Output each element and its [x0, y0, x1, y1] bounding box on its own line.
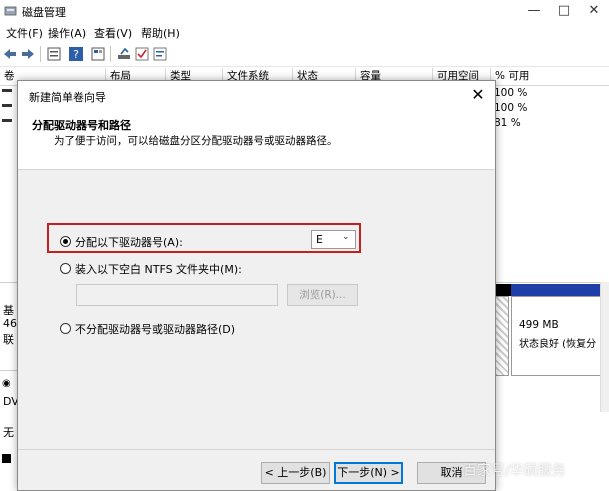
disk-management-icon: [4, 6, 17, 16]
chevron-down-icon: ⌄: [342, 232, 350, 242]
check-icon[interactable]: [134, 46, 150, 62]
column-percent-free[interactable]: % 可用: [491, 68, 609, 85]
menu-help[interactable]: 帮助(H): [141, 25, 180, 41]
new-simple-volume-wizard: 新建简单卷向导 ✕ 分配驱动器号和路径 为了便于访问，可以给磁盘分区分配驱动器号…: [17, 80, 496, 491]
percent-free-cell: 81 %: [494, 117, 521, 129]
maximize-button[interactable]: □: [550, 1, 578, 21]
partition-status: 状态良好 (恢复分: [519, 339, 597, 350]
dialog-header: 分配驱动器号和路径 为了便于访问，可以给磁盘分区分配驱动器号或驱动器路径。: [18, 109, 495, 170]
window-title: 磁盘管理: [22, 6, 66, 19]
svg-text:?: ?: [73, 48, 79, 61]
disk-size-label: 46: [3, 317, 17, 330]
menu-view[interactable]: 查看(V): [94, 25, 132, 41]
percent-free-cell: 100 %: [494, 87, 528, 99]
no-media-label: 无: [3, 426, 14, 439]
menu-file[interactable]: 文件(F): [6, 25, 43, 41]
page-subheading: 为了便于访问，可以给磁盘分区分配驱动器号或驱动器路径。: [54, 135, 338, 147]
watermark: 百家号/华硕服务: [463, 463, 566, 479]
menu-action[interactable]: 操作(A): [48, 25, 86, 41]
connect-icon[interactable]: [116, 46, 132, 62]
volume-icon: [2, 104, 12, 107]
dialog-titlebar: 新建简单卷向导 ✕: [18, 81, 495, 109]
partition-bar-unallocated: [494, 284, 511, 296]
footer-divider: [18, 449, 495, 450]
dvd-icon: ◉: [2, 378, 11, 389]
toolbar-separator: [40, 46, 41, 62]
toolbar-separator: [110, 46, 111, 62]
option-assign-label[interactable]: 分配以下驱动器号(A):: [75, 234, 183, 250]
back-arrow-icon[interactable]: [2, 46, 18, 62]
percent-free-cell: 100 %: [494, 102, 528, 114]
settings-list-icon[interactable]: [152, 46, 168, 62]
next-button[interactable]: 下一步(N) >: [334, 462, 403, 484]
volume-icon: [2, 89, 12, 92]
dialog-title: 新建简单卷向导: [29, 91, 106, 104]
disk-status-label: 联: [3, 333, 14, 346]
disk-label: 基: [3, 304, 14, 317]
volume-icon: [2, 119, 12, 122]
minimize-button[interactable]: —: [520, 1, 548, 21]
radio-assign-drive-letter[interactable]: [60, 236, 71, 247]
option-mount-label[interactable]: 装入以下空白 NTFS 文件夹中(M):: [75, 261, 242, 277]
page-heading: 分配驱动器号和路径: [32, 119, 131, 132]
partition-hatched[interactable]: [494, 296, 509, 376]
folder-path-input[interactable]: [76, 284, 278, 306]
radio-no-drive-letter[interactable]: [60, 323, 71, 334]
list-view-icon[interactable]: [90, 46, 106, 62]
menu-bar: 文件(F) 操作(A) 查看(V) 帮助(H): [0, 22, 609, 42]
browse-button[interactable]: 浏览(R)...: [287, 284, 358, 306]
pane-divider: [0, 370, 17, 371]
forward-arrow-icon[interactable]: [20, 46, 36, 62]
dialog-close-icon[interactable]: ✕: [468, 85, 488, 105]
help-icon[interactable]: ?: [68, 46, 84, 62]
toolbar: ?: [0, 42, 609, 67]
vertical-scrollbar[interactable]: [600, 282, 609, 412]
drive-letter-value: E: [316, 233, 323, 246]
partition-size: 499 MB: [519, 319, 559, 331]
window-titlebar: 磁盘管理 — □ ✕: [0, 0, 609, 22]
radio-mount-folder[interactable]: [60, 263, 71, 274]
close-button[interactable]: ✕: [580, 1, 608, 21]
partition-recovery[interactable]: 499 MB 状态良好 (恢复分: [511, 296, 603, 376]
back-button[interactable]: < 上一步(B): [261, 462, 330, 484]
legend-unallocated-icon: [2, 454, 11, 463]
properties-icon[interactable]: [46, 46, 62, 62]
partition-bar-primary: [511, 284, 603, 296]
drive-letter-select[interactable]: E ⌄: [311, 230, 356, 249]
option-none-label[interactable]: 不分配驱动器号或驱动器路径(D): [75, 321, 235, 337]
